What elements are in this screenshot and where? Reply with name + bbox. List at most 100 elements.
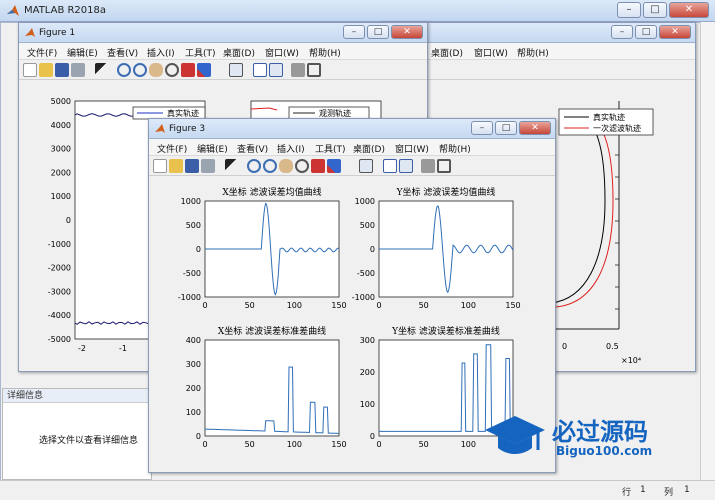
menu-item-help[interactable]: 帮助(H) <box>439 142 471 155</box>
maximize-button[interactable]: □ <box>495 121 517 135</box>
x-tick-label: 0 <box>202 440 207 449</box>
menu-item-desktop[interactable]: 桌面(D) <box>431 46 463 59</box>
y-tick-label: 0 <box>196 432 201 441</box>
watermark-title: 必过源码 <box>552 418 648 446</box>
toolbar <box>19 60 427 80</box>
menu-item-help[interactable]: 帮助(H) <box>517 46 549 59</box>
brush-icon[interactable] <box>327 159 341 173</box>
x-tick-label: 150 <box>505 301 520 310</box>
x-tick-label: 150 <box>331 440 346 449</box>
menu-item-window[interactable]: 窗口(W) <box>395 142 429 155</box>
link-plot-icon[interactable] <box>359 159 373 173</box>
save-icon[interactable] <box>55 63 69 77</box>
zoom-in-icon[interactable] <box>247 159 261 173</box>
y-tick-label: 4000 <box>51 121 71 130</box>
colorbar-icon[interactable] <box>253 63 267 77</box>
menu-item-file[interactable]: 文件(F) <box>157 142 187 155</box>
maximize-button[interactable]: □ <box>367 25 389 39</box>
rotate-icon[interactable] <box>295 159 309 173</box>
new-figure-icon[interactable] <box>153 159 167 173</box>
select-arrow-icon[interactable] <box>95 63 109 77</box>
x-tick-label: 50 <box>419 440 429 449</box>
x-exponent-label: ×10⁴ <box>621 356 641 365</box>
brush-icon[interactable] <box>197 63 211 77</box>
details-header: 详细信息 <box>3 389 151 403</box>
minimize-button[interactable]: – <box>471 121 493 135</box>
row-label: 行 <box>622 488 632 498</box>
zoom-out-icon[interactable] <box>263 159 277 173</box>
menu-item-desktop[interactable]: 桌面(D) <box>223 46 255 59</box>
data-cursor-icon[interactable] <box>311 159 325 173</box>
save-icon[interactable] <box>185 159 199 173</box>
menu-item-view[interactable]: 查看(V) <box>107 46 138 59</box>
y-tick-label: 0 <box>370 245 375 254</box>
menu-item-edit[interactable]: 编辑(E) <box>67 46 98 59</box>
right-side-panel <box>700 22 715 480</box>
y-tick-label: 500 <box>360 221 375 230</box>
y-tick-label: -5000 <box>48 335 71 344</box>
legend-icon[interactable] <box>269 63 283 77</box>
menu-item-file[interactable]: 文件(F) <box>27 46 57 59</box>
show-plot-tools-icon[interactable] <box>437 159 451 173</box>
rotate-icon[interactable] <box>165 63 179 77</box>
close-button[interactable]: ✕ <box>669 2 709 18</box>
colorbar-icon[interactable] <box>383 159 397 173</box>
close-button[interactable]: ✕ <box>659 25 691 39</box>
y-tick-label: 100 <box>186 408 201 417</box>
x-tick-label: 100 <box>287 440 302 449</box>
x-tick-label: -2 <box>78 344 86 353</box>
y-tick-label: 500 <box>186 221 201 230</box>
menu-item-edit[interactable]: 编辑(E) <box>197 142 228 155</box>
app-title: MATLAB R2018a <box>24 5 107 16</box>
print-icon[interactable] <box>71 63 85 77</box>
x-tick-label: 100 <box>461 301 476 310</box>
menu-bar: 文件(F) 编辑(E) 查看(V) 插入(I) 工具(T) 桌面(D) 窗口(W… <box>19 43 427 60</box>
minimize-button[interactable]: – <box>617 2 641 18</box>
toolbar <box>381 60 695 80</box>
menu-item-desktop[interactable]: 桌面(D) <box>353 142 385 155</box>
close-button[interactable]: ✕ <box>391 25 423 39</box>
col-label: 列 <box>664 488 674 498</box>
print-icon[interactable] <box>201 159 215 173</box>
y-tick-label: -2000 <box>48 264 71 273</box>
data-cursor-icon[interactable] <box>181 63 195 77</box>
pan-hand-icon[interactable] <box>149 63 163 77</box>
zoom-out-icon[interactable] <box>133 63 147 77</box>
details-panel: 详细信息 选择文件以查看详细信息 <box>2 388 152 480</box>
menu-item-tools[interactable]: 工具(T) <box>315 142 346 155</box>
y-tick-label: -500 <box>357 269 375 278</box>
close-button[interactable]: ✕ <box>519 121 551 135</box>
menu-item-window[interactable]: 窗口(W) <box>474 46 508 59</box>
show-plot-tools-icon[interactable] <box>307 63 321 77</box>
x-tick-label: -1 <box>119 344 127 353</box>
menu-item-insert[interactable]: 插入(I) <box>147 46 175 59</box>
menu-item-help[interactable]: 帮助(H) <box>309 46 341 59</box>
zoom-in-icon[interactable] <box>117 63 131 77</box>
minimize-button[interactable]: – <box>611 25 633 39</box>
matlab-title-bar: MATLAB R2018a – □ ✕ <box>0 0 715 22</box>
maximize-button[interactable]: □ <box>643 2 667 18</box>
x-tick-label: 100 <box>461 440 476 449</box>
menu-item-view[interactable]: 查看(V) <box>237 142 268 155</box>
menu-item-tools[interactable]: 工具(T) <box>185 46 216 59</box>
hide-plot-tools-icon[interactable] <box>291 63 305 77</box>
open-file-icon[interactable] <box>39 63 53 77</box>
minimize-button[interactable]: – <box>343 25 365 39</box>
figure-title: Figure 3 <box>169 124 206 134</box>
x-tick-label: 150 <box>331 301 346 310</box>
hide-plot-tools-icon[interactable] <box>421 159 435 173</box>
legend-icon[interactable] <box>399 159 413 173</box>
y-tick-label: 0 <box>370 432 375 441</box>
x-tick-label: 0 <box>376 440 381 449</box>
maximize-button[interactable]: □ <box>635 25 657 39</box>
open-file-icon[interactable] <box>169 159 183 173</box>
pan-hand-icon[interactable] <box>279 159 293 173</box>
y-tick-label: 100 <box>360 400 375 409</box>
select-arrow-icon[interactable] <box>225 159 239 173</box>
menu-item-insert[interactable]: 插入(I) <box>277 142 305 155</box>
y-tick-label: -1000 <box>48 240 71 249</box>
link-plot-icon[interactable] <box>229 63 243 77</box>
new-figure-icon[interactable] <box>23 63 37 77</box>
menu-item-window[interactable]: 窗口(W) <box>265 46 299 59</box>
col-value: 1 <box>684 485 690 495</box>
